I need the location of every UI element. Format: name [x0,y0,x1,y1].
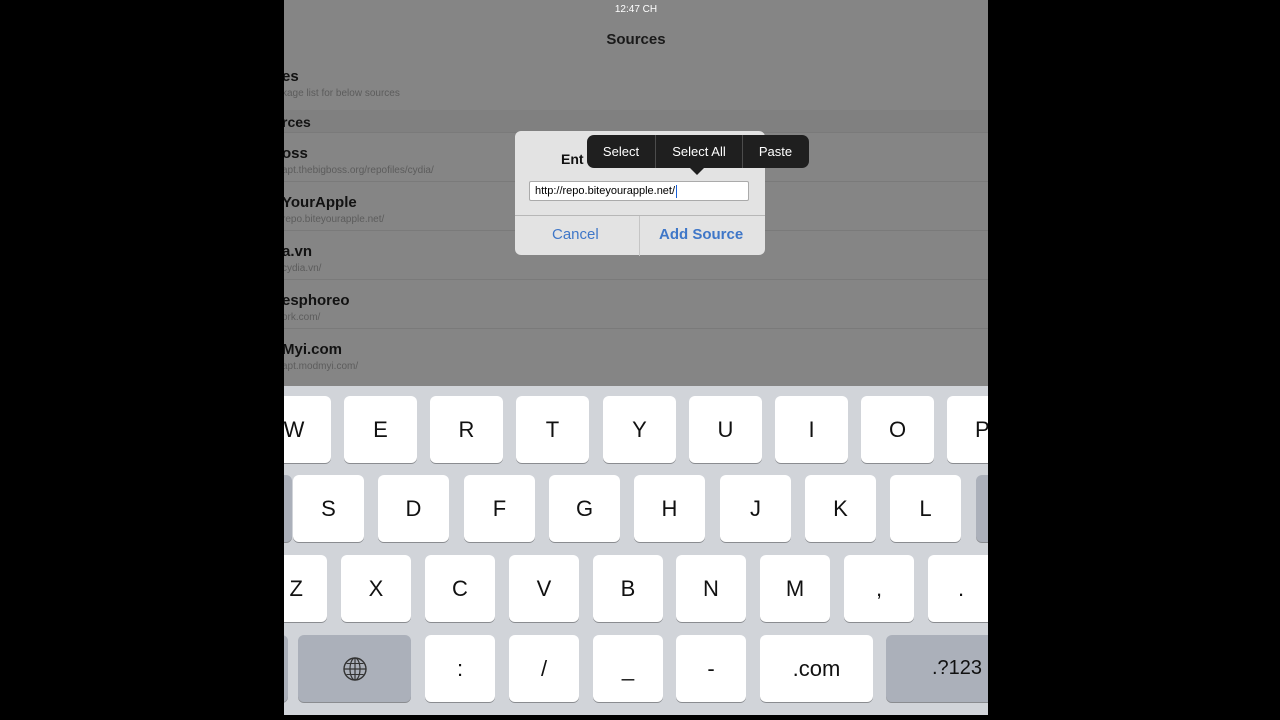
list-item-title: oss [284,145,308,162]
select-all-menu-item[interactable]: Select All [655,135,743,168]
list-item-subtitle: apt.modmyi.com/ [284,361,359,372]
return-key[interactable] [976,475,988,542]
key-slash[interactable]: / [509,635,579,702]
key-m[interactable]: M [760,555,830,622]
globe-key[interactable] [298,635,411,702]
add-source-button[interactable]: Add Source [659,226,743,243]
key-colon[interactable]: : [425,635,495,702]
list-item-title: esphoreo [284,292,350,309]
key-g[interactable]: G [549,475,620,542]
list-item-subtitle: ork.com/ [284,312,321,323]
section-header-label: rces [284,114,311,130]
button-divider [639,216,640,256]
paste-menu-item[interactable]: Paste [742,135,809,168]
key-j[interactable]: J [720,475,791,542]
list-item-title: Myi.com [284,341,343,358]
key-h[interactable]: H [634,475,705,542]
key-s[interactable]: S [293,475,364,542]
key-u[interactable]: U [689,396,762,463]
cancel-button[interactable]: Cancel [552,226,599,243]
key-y[interactable]: Y [603,396,676,463]
list-item[interactable]: Myi.com apt.modmyi.com/ [284,328,988,378]
key-dash[interactable]: - [676,635,746,702]
dialog-title: Ent [561,151,584,167]
key-l[interactable]: L [890,475,961,542]
key-z[interactable]: Z [284,555,327,622]
list-item-title: es [284,68,299,85]
status-bar: 12:47 CH [284,0,988,20]
edit-menu: Select Select All Paste [587,135,809,175]
shift-key[interactable] [284,635,288,702]
key-w[interactable]: W [284,396,331,463]
list-item-subtitle: cydia.vn/ [284,263,322,274]
status-time: 12:47 CH [614,4,658,15]
key-o[interactable]: O [861,396,934,463]
key-period[interactable]: . [928,555,988,622]
list-item-title: a.vn [284,243,313,260]
key-comma[interactable]: , [844,555,914,622]
page-title: Sources [606,31,666,48]
key-p[interactable]: P [947,396,988,463]
list-item-subtitle: kage list for below sources [284,88,400,99]
key-c[interactable]: C [425,555,495,622]
key-t[interactable]: T [516,396,589,463]
menu-pointer [690,168,704,175]
list-item[interactable]: es kage list for below sources [284,60,988,109]
key-r[interactable]: R [430,396,503,463]
text-caret [676,184,678,198]
source-url-value: http://repo.biteyourapple.net/ [535,185,676,197]
key-b[interactable]: B [593,555,663,622]
on-screen-keyboard: W E R T Y U I O P S D F G H J K L Z X C … [284,386,988,715]
key-v[interactable]: V [509,555,579,622]
key-n[interactable]: N [676,555,746,622]
numbers-key[interactable]: .?123 [886,635,988,702]
section-header: rces [284,110,988,132]
list-item-subtitle: repo.biteyourapple.net/ [284,214,385,225]
list-item-subtitle: apt.thebigboss.org/repofiles/cydia/ [284,165,434,176]
key-d[interactable]: D [378,475,449,542]
navigation-bar: Sources [284,20,988,60]
globe-icon [342,656,367,681]
dialog-button-bar: Cancel Add Source [515,215,765,256]
key-i[interactable]: I [775,396,848,463]
key-x[interactable]: X [341,555,411,622]
key-dotcom[interactable]: .com [760,635,873,702]
key-k[interactable]: K [805,475,876,542]
tab-key[interactable] [284,475,292,542]
list-item[interactable]: esphoreo ork.com/ [284,279,988,329]
key-e[interactable]: E [344,396,417,463]
ipad-screen: 12:47 CH Sources es kage list for below … [284,0,988,715]
list-item-title: YourApple [284,194,357,211]
key-underscore[interactable]: _ [593,635,663,702]
source-url-input[interactable]: http://repo.biteyourapple.net/ [529,181,749,201]
key-f[interactable]: F [464,475,535,542]
select-menu-item[interactable]: Select [587,135,655,168]
